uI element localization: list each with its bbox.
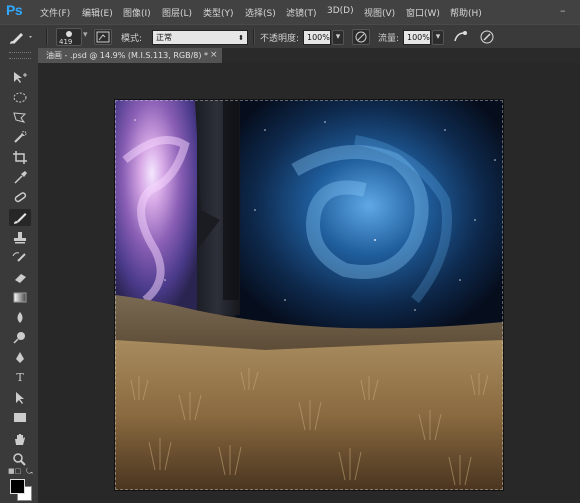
polygonal-lasso-icon[interactable] xyxy=(9,109,31,126)
document-tab[interactable]: 油画 - .psd @ 14.9% (M.I.S.113, RGB/8) * × xyxy=(38,48,222,63)
flow-slider-toggle[interactable]: ▾ xyxy=(432,30,444,45)
crop-icon[interactable] xyxy=(9,149,31,166)
blend-mode-select[interactable]: 正常 ⬍ xyxy=(152,30,248,45)
hand-icon[interactable] xyxy=(9,431,31,448)
history-brush-icon[interactable] xyxy=(9,249,31,266)
path-selection-icon[interactable] xyxy=(9,389,31,406)
panel-grip[interactable] xyxy=(9,52,31,59)
blur-icon[interactable] xyxy=(9,309,31,326)
menu-help[interactable]: 帮助(H) xyxy=(450,6,482,19)
swap-colors-icon[interactable]: ⤿ xyxy=(26,467,33,477)
chevron-down-icon: ⬍ xyxy=(238,34,244,42)
quick-selection-icon[interactable] xyxy=(9,129,31,146)
zoom-icon[interactable] xyxy=(9,451,31,468)
flow-label: 流量: xyxy=(378,34,400,44)
eyedropper-icon[interactable] xyxy=(9,169,31,186)
pressure-opacity-icon xyxy=(355,31,367,43)
menu-file[interactable]: 文件(F) xyxy=(40,6,70,19)
pressure-size-button[interactable] xyxy=(478,29,496,45)
type-icon[interactable]: T xyxy=(9,369,31,386)
foreground-color-swatch[interactable] xyxy=(10,479,25,494)
default-colors-icon[interactable]: ■□ xyxy=(8,467,21,475)
blend-mode-value: 正常 xyxy=(156,33,172,42)
photoshop-logo: Ps xyxy=(6,2,23,18)
document-tab-strip: 油画 - .psd @ 14.9% (M.I.S.113, RGB/8) * × xyxy=(38,48,580,63)
options-bar: 419 ▾ 模式: 正常 ⬍ 不透明度: 100% ▾ 流量: 100% ▾ xyxy=(0,24,580,50)
pen-icon[interactable] xyxy=(9,349,31,366)
brush-panel-toggle[interactable] xyxy=(94,29,112,45)
rectangle-shape-icon[interactable] xyxy=(9,409,31,426)
menu-type[interactable]: 类型(Y) xyxy=(203,6,234,19)
gradient-icon[interactable] xyxy=(9,289,31,306)
clone-stamp-icon[interactable] xyxy=(9,229,31,246)
menu-filter[interactable]: 滤镜(T) xyxy=(286,6,317,19)
healing-brush-icon[interactable] xyxy=(9,189,31,206)
menu-layer[interactable]: 图层(L) xyxy=(162,6,192,19)
menu-3d[interactable]: 3D(D) xyxy=(327,6,354,16)
brush-tip-icon xyxy=(66,31,72,37)
opacity-label: 不透明度: xyxy=(260,34,300,44)
menu-view[interactable]: 视图(V) xyxy=(364,6,395,19)
mode-label: 模式: xyxy=(121,34,143,44)
opacity-slider-toggle[interactable]: ▾ xyxy=(332,30,344,45)
brush-preset-icon xyxy=(10,33,32,44)
flow-value: 100% xyxy=(407,33,430,42)
pressure-size-icon xyxy=(480,30,494,44)
brush-icon[interactable] xyxy=(9,209,31,226)
menu-bar: Ps 文件(F) 编辑(E) 图像(I) 图层(L) 类型(Y) 选择(S) 滤… xyxy=(0,0,580,24)
brush-size-value: 419 xyxy=(59,38,73,46)
brush-picker-arrow-icon[interactable]: ▾ xyxy=(83,30,88,40)
composite-artwork xyxy=(115,100,503,490)
flow-input[interactable]: 100% xyxy=(403,30,431,45)
menu-edit[interactable]: 编辑(E) xyxy=(82,6,113,19)
close-icon[interactable]: × xyxy=(210,48,218,63)
menu-window[interactable]: 窗口(W) xyxy=(406,6,440,19)
minimize-icon[interactable]: – xyxy=(560,4,572,17)
opacity-value: 100% xyxy=(307,33,330,42)
menu-select[interactable]: 选择(S) xyxy=(245,6,276,19)
menu-image[interactable]: 图像(I) xyxy=(123,6,151,19)
tool-preset-picker[interactable] xyxy=(6,29,36,45)
move-icon[interactable] xyxy=(9,69,31,86)
airbrush-button[interactable] xyxy=(452,29,470,45)
eraser-icon[interactable] xyxy=(9,269,31,286)
document-tab-title: 油画 - .psd @ 14.9% (M.I.S.113, RGB/8) * xyxy=(46,51,209,60)
airbrush-icon xyxy=(454,31,467,42)
opacity-input[interactable]: 100% xyxy=(303,30,331,45)
pressure-opacity-button[interactable] xyxy=(352,29,370,45)
brush-panel-icon xyxy=(96,31,110,43)
elliptical-marquee-icon[interactable] xyxy=(9,89,31,106)
document-canvas[interactable] xyxy=(115,100,503,490)
brush-preset-picker[interactable]: 419 xyxy=(56,28,82,46)
tools-panel: T ■□ ⤿ xyxy=(0,48,39,503)
dodge-icon[interactable] xyxy=(9,329,31,346)
